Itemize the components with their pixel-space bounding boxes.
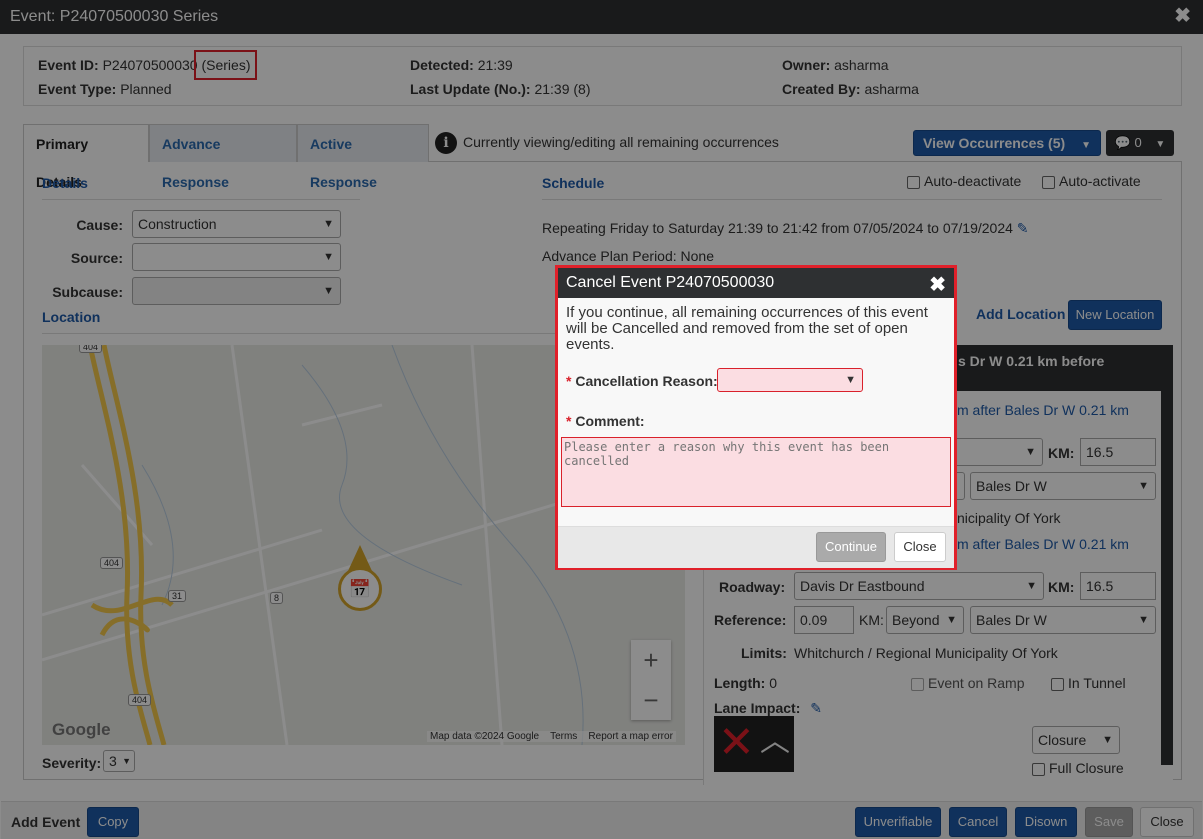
continue-button[interactable]: Continue — [816, 532, 886, 562]
cancel-event-dialog: Cancel Event P24070500030 ✖ If you conti… — [555, 265, 957, 570]
dialog-message: If you continue, all remaining occurrenc… — [566, 304, 928, 353]
comment-label: * Comment: — [566, 413, 645, 429]
cancellation-reason-label: * Cancellation Reason: — [566, 373, 718, 389]
dialog-close-button[interactable]: Close — [894, 532, 946, 562]
close-icon[interactable]: ✖ — [929, 270, 946, 300]
dialog-header: Cancel Event P24070500030 ✖ — [558, 268, 954, 298]
comment-textarea[interactable] — [561, 437, 951, 507]
dialog-title: Cancel Event P24070500030 — [566, 274, 775, 291]
chevron-down-icon: ▼ — [845, 374, 856, 386]
cancellation-reason-select[interactable]: ▼ — [717, 368, 863, 392]
